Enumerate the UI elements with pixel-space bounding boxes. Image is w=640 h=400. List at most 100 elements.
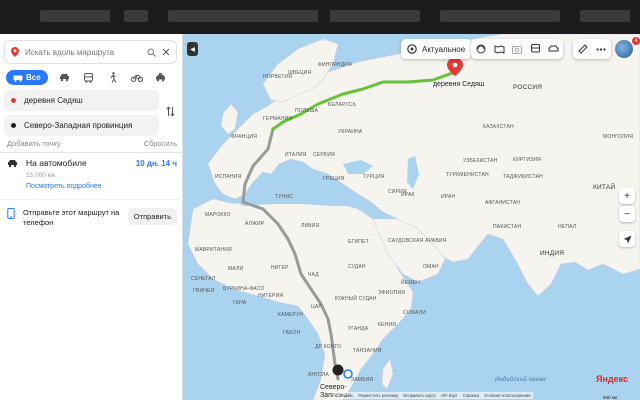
map-label: ОМАН (423, 264, 439, 270)
search-icon[interactable] (147, 48, 156, 57)
map-label: УГАНДА (348, 326, 369, 332)
bicycle-icon (130, 74, 143, 82)
mode-all-label: Все (26, 73, 41, 82)
route-panel: Все деревня Седяш Северо-Западная провин… (0, 34, 183, 400)
mode-car-button[interactable] (58, 71, 72, 85)
map-label: АФГАНИСТАН (485, 200, 521, 206)
car-route-title: На автомобиле (26, 158, 87, 168)
map-label: ИНДИЯ (540, 250, 565, 257)
locate-icon (623, 235, 631, 243)
swap-points-icon[interactable] (166, 106, 175, 119)
map-label: ЕГИПЕТ (348, 239, 369, 245)
map-label: МАЛИ (228, 266, 244, 272)
send-to-phone-text: Отправьте этот маршрут на телефон (23, 208, 120, 227)
attribution-link[interactable]: Условия использования (484, 393, 530, 398)
search-box[interactable] (4, 40, 177, 64)
ocean-label: Индийский океан (495, 377, 546, 383)
map-label: ЦАР (311, 304, 322, 310)
map-label: КАМЕРУН (278, 312, 304, 318)
zoom-in-button[interactable]: + (619, 188, 635, 204)
map-label: ЗАМБИЯ (351, 377, 374, 383)
map-label: ЙЕМЕН (401, 280, 421, 286)
map-label: БЕЛАРУСЬ (328, 102, 357, 108)
map-scale: 550 км (603, 395, 617, 400)
close-icon[interactable] (162, 48, 170, 56)
car-route-option[interactable]: На автомобиле 10 дн. 14 ч 15 000 км Посм… (7, 158, 177, 190)
car-icon[interactable] (545, 41, 561, 57)
start-dot-icon (11, 98, 16, 103)
traffic-layer-button[interactable]: Актуальное (401, 39, 472, 59)
map-label: ПОЛЬША (295, 108, 319, 114)
search-input[interactable] (25, 47, 141, 57)
map-label: АНГОЛА (308, 372, 330, 378)
map-canvas (187, 34, 640, 400)
yandex-logo: Яндекс (596, 374, 629, 384)
photo-icon[interactable] (509, 41, 525, 57)
map-label: ФИНЛЯНДИЯ (318, 62, 352, 68)
map-label: ТУРЦИЯ (363, 174, 385, 180)
attribution-link[interactable]: Разместить рекламу (358, 393, 398, 398)
map-label: СОМАЛИ (403, 310, 427, 316)
end-pin-icon (332, 364, 344, 376)
layers-icon[interactable] (473, 41, 489, 57)
blurred-tab (124, 10, 148, 22)
map-label: МАРОККО (205, 212, 231, 218)
map-pin-icon (11, 47, 19, 57)
map-label: СУДАН (348, 264, 366, 270)
map-label: ЮЖНЫЙ СУДАН (335, 296, 377, 302)
map-label: САУДОВСКАЯ АРАВИЯ (388, 238, 447, 244)
route-to-field[interactable]: Северо-Западная провинция (4, 115, 159, 136)
start-pin-label: деревня Седяш (433, 81, 485, 88)
send-button[interactable]: Отправить (127, 208, 177, 225)
map-label: ТАДЖИКИСТАН (503, 174, 543, 180)
reset-link[interactable]: Сбросить (144, 139, 177, 148)
attribution-link[interactable]: Исправить карту (403, 393, 435, 398)
car-icon (7, 159, 18, 168)
map-label: КЕНИЯ (378, 322, 397, 328)
mode-all-button[interactable]: Все (6, 70, 48, 85)
map-label: БУРКИНА-ФАСО (223, 286, 265, 292)
map-label: СЕРБИЯ (313, 152, 335, 158)
panorama-icon[interactable] (491, 41, 507, 57)
bus-icon[interactable] (527, 41, 543, 57)
send-to-phone: Отправьте этот маршрут на телефон Отправ… (7, 208, 177, 228)
route-from-text: деревня Седяш (24, 96, 83, 105)
map-label: ИТАЛИЯ (285, 152, 307, 158)
attribution-link[interactable]: Справка (463, 393, 479, 398)
map-label: УЗБЕКИСТАН (463, 158, 498, 164)
map-label: ЧАД (308, 272, 319, 278)
map-label: ИРАК (401, 192, 415, 198)
route-points: деревня Седяш Северо-Западная провинция (4, 90, 159, 140)
car-icon (60, 74, 70, 82)
blurred-tab (40, 10, 110, 22)
user-avatar[interactable] (615, 40, 633, 58)
car-bus-icon (13, 74, 23, 82)
details-link[interactable]: Посмотреть подробнее (26, 183, 177, 190)
map-label: ЭФИОПИЯ (378, 290, 406, 296)
pedestrian-icon (110, 72, 117, 83)
locate-button[interactable] (619, 231, 635, 247)
mode-walk-button[interactable] (106, 71, 120, 85)
zoom-out-button[interactable]: − (619, 206, 635, 222)
ruler-icon[interactable] (575, 41, 591, 57)
mode-bike-button[interactable] (130, 71, 144, 85)
collapse-panel-button[interactable]: ◀ (187, 42, 198, 56)
map-label: АЛЖИР (245, 221, 265, 227)
attribution-link[interactable]: API Карт (441, 393, 458, 398)
car-route-time: 10 дн. 14 ч (135, 158, 177, 168)
map-label: УКРАИНА (338, 129, 363, 135)
map-label: ФРАНЦИЯ (231, 134, 258, 140)
notification-badge: 4 (632, 37, 640, 45)
blurred-tab (440, 10, 560, 22)
map-view[interactable]: РОССИЯ КАЗАХСТАН ШВЕЦИЯ ФИНЛЯНДИЯ НОРВЕГ… (183, 34, 640, 400)
map-layers-toolbar (471, 39, 563, 59)
add-point-link[interactable]: Добавить точку (7, 139, 61, 148)
bus-icon (84, 72, 94, 83)
map-label: ЛИВИЯ (301, 223, 320, 229)
mode-taxi-button[interactable] (154, 71, 168, 85)
map-attribution: © Яндекс Разместить рекламу Исправить ка… (333, 392, 533, 399)
route-from-field[interactable]: деревня Седяш (4, 90, 159, 111)
more-icon[interactable] (593, 41, 609, 57)
mode-bus-button[interactable] (82, 71, 96, 85)
map-label: НИГЕРИЯ (258, 293, 284, 299)
